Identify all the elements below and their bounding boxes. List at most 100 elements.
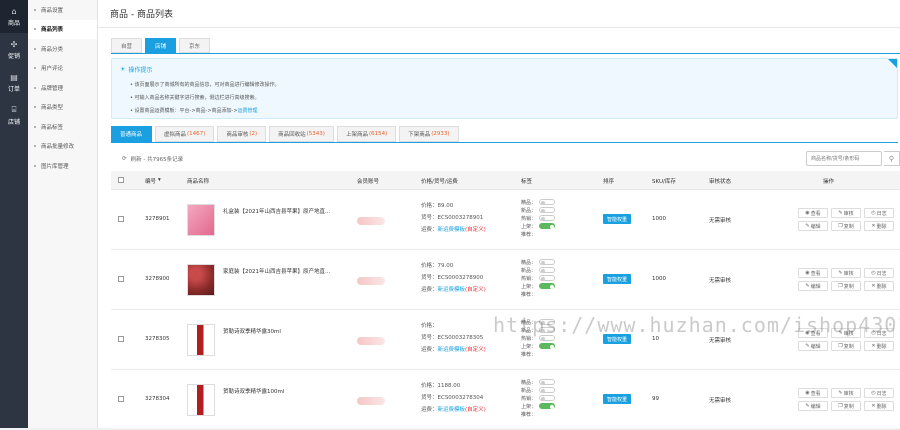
op-button[interactable]: ❐ 复制 [831,341,861,351]
op-button[interactable]: ✎ 编辑 [798,221,828,231]
op-button[interactable]: ✎ 审核 [831,268,861,278]
select-all-checkbox[interactable] [118,177,124,183]
nav-item-1[interactable]: ✣ 促销 [0,33,28,66]
op-button[interactable]: ✕ 删除 [864,401,894,411]
op-button[interactable]: ✕ 删除 [864,341,894,351]
toggle-switch[interactable] [539,387,556,393]
freight-template-link[interactable]: 新运费模板 [438,347,466,353]
toggle-switch[interactable] [539,267,556,273]
nav-item-0[interactable]: ⌂ 商品 [0,0,28,33]
freight-template-link[interactable]: 新运费模板 [438,407,466,413]
toggle-switch[interactable] [539,283,556,289]
toggle-switch[interactable] [539,343,556,349]
toggle-switch[interactable] [539,223,556,229]
product-thumbnail[interactable] [187,384,215,416]
toggle-switch[interactable] [539,259,556,265]
column-header: 会员账号 [357,179,380,185]
freight-template-link[interactable]: 新运费模板 [438,287,466,293]
op-button[interactable]: ◴ 日志 [864,208,894,218]
tag-label: 推荐： [521,231,537,238]
op-icon: ◴ [871,270,876,276]
subnav-item[interactable]: 图片库管理 [28,156,97,176]
op-button[interactable]: ◉ 查看 [798,208,828,218]
list-tab-label: 商品审核 [226,132,249,138]
subnav-item[interactable]: 商品标签 [28,117,97,137]
refresh-bar[interactable]: ⟳ 刷新 - 共7965条记录 [122,155,183,163]
op-button[interactable]: ❐ 复制 [831,281,861,291]
op-button[interactable]: ✕ 删除 [864,281,894,291]
row-checkbox[interactable] [118,396,124,402]
freight-manage-link[interactable]: 运费管理 [238,108,258,114]
toggle-switch[interactable] [539,215,556,221]
product-name[interactable]: 贺勒诗双季精华露100ml [223,387,353,395]
sort-weight-button[interactable]: 智能权重 [603,214,632,224]
subnav-item[interactable]: 商品设置 [28,0,97,20]
subnav-item[interactable]: 品牌管理 [28,78,97,98]
collapse-corner-icon[interactable] [888,59,897,68]
product-thumbnail[interactable] [187,324,215,356]
product-name[interactable]: 礼盒装【2021年山西吉县苹果】原产地直... [223,207,353,215]
toggle-switch[interactable] [539,379,556,385]
subnav-item[interactable]: 商品分类 [28,39,97,59]
freight-template-link[interactable]: 新运费模板 [438,227,466,233]
op-button[interactable]: ❐ 复制 [831,401,861,411]
op-button[interactable]: ◴ 日志 [864,388,894,398]
subnav-item[interactable]: 商品列表 [28,19,97,39]
list-tab[interactable]: 虚拟商品 (1467) [155,126,215,142]
sort-weight-button[interactable]: 智能权重 [603,274,632,284]
toggle-switch[interactable] [539,275,556,281]
nav-item-2[interactable]: ▤ 订单 [0,66,28,99]
bullet-icon [34,28,36,31]
list-tab[interactable]: 商品审核 (2) [217,126,267,142]
op-button[interactable]: ◉ 查看 [798,388,828,398]
row-checkbox[interactable] [118,276,124,282]
op-label: 审核 [843,390,854,397]
list-tab[interactable]: 上架商品 (6154) [336,126,397,142]
sku-code: 货号：ECS0003278304 [421,395,484,401]
op-button[interactable]: ◉ 查看 [798,268,828,278]
toggle-switch[interactable] [539,199,556,205]
list-tab[interactable]: 下架商品 (2933) [399,126,459,142]
toggle-switch[interactable] [539,403,556,409]
refresh-icon[interactable]: ⟳ [122,156,127,162]
product-id: 3278304 [145,396,170,402]
list-tab[interactable]: 普通商品 [111,126,153,142]
subnav-item[interactable]: 商品类型 [28,98,97,118]
freight: 运费：新运费模板(自定义) [421,285,486,297]
stock-value: 1000 [652,276,666,282]
list-tab[interactable]: 商品回收站 (5343) [269,126,334,142]
tag-label: 新品： [521,207,537,214]
search-input[interactable] [806,151,882,166]
product-name[interactable]: 家庭装【2021年山西吉县苹果】原产地直... [223,267,353,275]
toggle-switch[interactable] [539,395,556,401]
op-button[interactable]: ✎ 审核 [831,208,861,218]
sku-code: 货号：ECS0003278900 [421,275,484,281]
toggle-switch[interactable] [539,207,556,213]
product-thumbnail[interactable] [187,264,215,296]
op-button[interactable]: ✎ 编辑 [798,401,828,411]
sort-arrow-icon[interactable]: ▾ [158,177,161,183]
sort-weight-button[interactable]: 智能权重 [603,394,632,404]
list-tab-count: (6154) [368,131,388,137]
op-button[interactable]: ✎ 审核 [831,388,861,398]
column-header[interactable]: 编号 [145,177,156,185]
subnav-item[interactable]: 商品批量修改 [28,137,97,157]
row-checkbox[interactable] [118,336,124,342]
source-tab[interactable]: 店铺 [145,38,177,53]
op-button[interactable]: ❐ 复制 [831,221,861,231]
op-button[interactable]: ✕ 删除 [864,221,894,231]
op-button[interactable]: ◴ 日志 [864,268,894,278]
op-button[interactable]: ✎ 编辑 [798,281,828,291]
search-icon[interactable]: ⚲ [884,151,900,166]
nav-item-3[interactable]: ⌸ 店铺 [0,99,28,132]
op-icon: ✕ [871,403,876,409]
product-name[interactable]: 贺勒诗双季精华露30ml [223,327,353,335]
source-tab[interactable]: 京东 [179,38,211,53]
op-label: 编辑 [810,403,821,410]
primary-sidebar: ⌂ 商品 ✣ 促销 ▤ 订单 ⌸ 店铺 [0,0,28,428]
product-thumbnail[interactable] [187,204,215,236]
op-button[interactable]: ✎ 编辑 [798,341,828,351]
row-checkbox[interactable] [118,216,124,222]
source-tab[interactable]: 自营 [111,38,143,53]
subnav-item[interactable]: 用户评论 [28,59,97,79]
